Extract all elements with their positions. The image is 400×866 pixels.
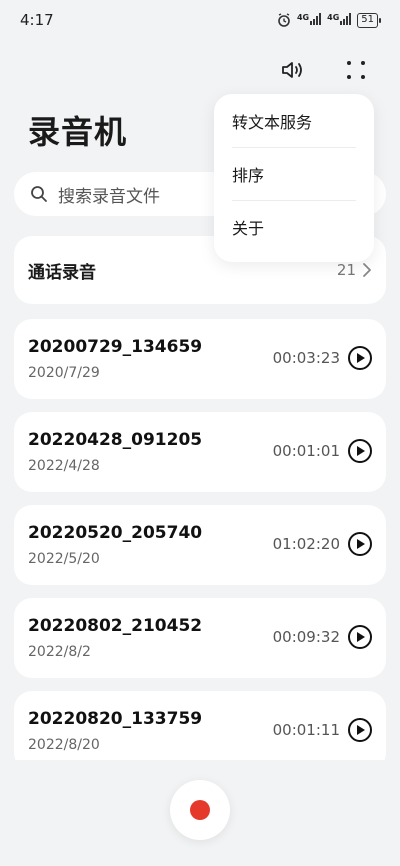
network-type-1: 4G: [296, 12, 310, 22]
play-button[interactable]: [348, 346, 372, 370]
menu-item-about[interactable]: 关于: [232, 200, 356, 253]
play-icon: [357, 446, 365, 456]
overflow-menu: 转文本服务 排序 关于: [214, 94, 374, 262]
recording-name: 20220520_205740: [28, 523, 203, 543]
recording-duration: 01:02:20: [272, 535, 340, 553]
play-button[interactable]: [348, 625, 372, 649]
record-button[interactable]: [170, 780, 230, 840]
recording-date: 2022/4/28: [28, 458, 100, 474]
search-placeholder: 搜索录音文件: [58, 186, 160, 207]
status-time: 4:17: [20, 11, 54, 29]
menu-item-sort[interactable]: 排序: [232, 147, 356, 200]
recording-item[interactable]: 20220428_091205 2022/4/28 00:01:01: [14, 412, 386, 492]
speaker-button[interactable]: [280, 56, 308, 84]
network-type-2: 4G: [327, 12, 340, 22]
play-icon: [357, 725, 365, 735]
play-button[interactable]: [348, 718, 372, 742]
page-title: 录音机: [28, 113, 128, 151]
recording-duration: 00:03:23: [272, 349, 340, 367]
recording-duration: 00:01:01: [272, 442, 340, 460]
call-recordings-count-group: 21: [337, 261, 372, 279]
search-icon: [31, 186, 47, 202]
signal-bars-icon: [340, 12, 352, 25]
play-icon: [357, 353, 365, 363]
record-dot-icon: [190, 800, 210, 820]
recording-name: 20220428_091205: [28, 430, 203, 450]
alarm-icon: [278, 13, 290, 27]
recording-item[interactable]: 20220802_210452 2022/8/2 00:09:32: [14, 598, 386, 678]
recording-name: 20200729_134659: [28, 337, 203, 357]
play-icon: [357, 539, 365, 549]
chevron-right-icon: [363, 263, 371, 277]
speaker-icon: [282, 62, 302, 78]
recording-date: 2022/5/20: [28, 551, 100, 567]
recording-duration: 00:01:11: [272, 721, 340, 739]
battery-indicator: 51: [357, 12, 381, 28]
play-button[interactable]: [348, 532, 372, 556]
play-icon: [357, 632, 365, 642]
more-dots-icon: [347, 61, 365, 79]
recording-name: 20220820_133759: [28, 709, 203, 729]
recording-item[interactable]: 20220520_205740 2022/5/20 01:02:20: [14, 505, 386, 585]
status-bar: 4:17 4G 4G 51: [0, 0, 400, 40]
signal-1: 4G: [296, 12, 322, 28]
signal-2: 4G: [327, 12, 352, 28]
status-icons: 4G 4G 51: [277, 12, 381, 28]
recording-item[interactable]: 20220820_133759 2022/8/20 00:01:11: [14, 691, 386, 771]
call-recordings-label: 通话录音: [28, 262, 96, 283]
recording-date: 2022/8/20: [28, 737, 100, 753]
call-recordings-count: 21: [336, 261, 356, 279]
recording-date: 2020/7/29: [28, 365, 100, 381]
recording-name: 20220802_210452: [28, 616, 203, 636]
recording-duration: 00:09:32: [272, 628, 340, 646]
menu-item-transcribe[interactable]: 转文本服务: [232, 94, 356, 147]
top-actions: [280, 56, 370, 84]
more-button[interactable]: [342, 56, 370, 84]
signal-bars-icon: [310, 12, 322, 25]
recording-date: 2022/8/2: [28, 644, 91, 660]
recording-item[interactable]: 20200729_134659 2020/7/29 00:03:23: [14, 319, 386, 399]
play-button[interactable]: [348, 439, 372, 463]
